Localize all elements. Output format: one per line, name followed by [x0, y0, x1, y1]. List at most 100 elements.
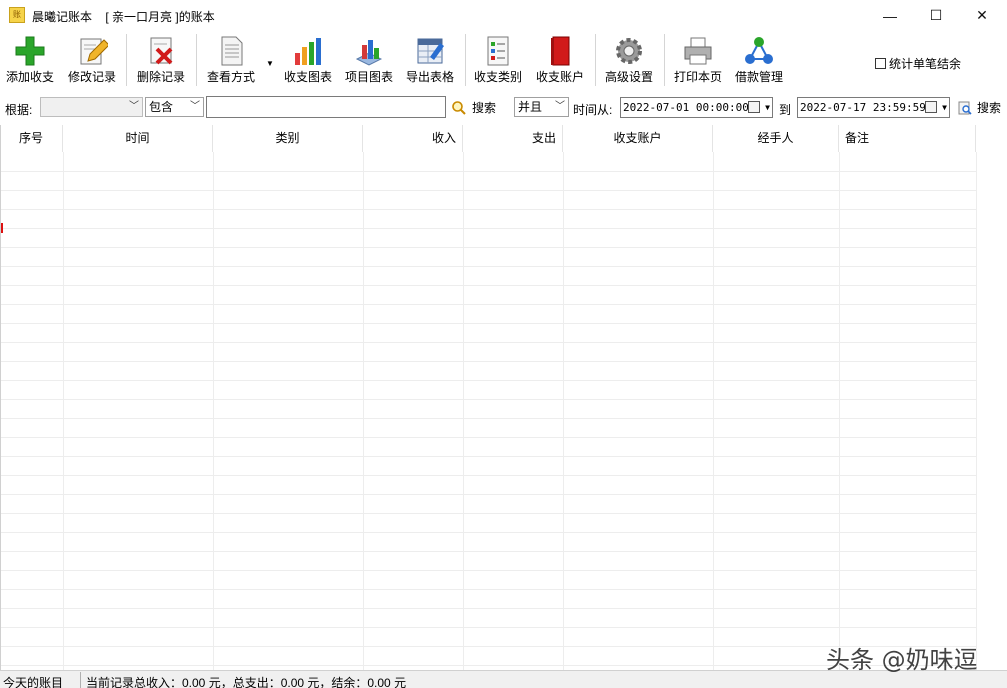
match-mode-select[interactable]: 包含 ﹀ [145, 97, 204, 117]
delete-record-button[interactable]: 删除记录 [137, 35, 185, 87]
grid-row-line [1, 532, 976, 533]
time-to-picker[interactable]: 2022-07-17 23:59:59 ▼ [797, 97, 950, 118]
column-header-index[interactable]: 序号 [1, 125, 63, 152]
delete-icon [145, 35, 177, 67]
grid-row-line [1, 323, 976, 324]
toolbar-divider [196, 34, 197, 86]
document-search-icon [958, 101, 972, 115]
edit-record-label: 修改记录 [68, 70, 117, 84]
grid-column-line [63, 152, 64, 670]
column-header-notes[interactable]: 备注 [839, 125, 976, 152]
bar-chart-icon [292, 35, 324, 67]
grid-row-line [1, 361, 976, 362]
grid-row-line [1, 342, 976, 343]
grid-row-line [1, 304, 976, 305]
chevron-down-icon: ▼ [765, 103, 770, 112]
side-marker [1, 223, 3, 233]
grid-row-line [1, 627, 976, 628]
view-mode-button[interactable]: 查看方式 [207, 35, 255, 87]
column-header-handler[interactable]: 经手人 [713, 125, 839, 152]
loan-management-label: 借款管理 [735, 70, 784, 84]
search-button[interactable]: 搜索 [452, 99, 496, 116]
account-label: 收支账户 [536, 70, 585, 84]
app-logo-icon: 账 [9, 7, 25, 23]
grid-row-line [1, 399, 976, 400]
3d-chart-icon [353, 35, 385, 67]
grid-row-line [1, 266, 976, 267]
add-record-label: 添加收支 [6, 70, 55, 84]
time-from-picker[interactable]: 2022-07-01 00:00:00 ▼ [620, 97, 773, 118]
records-table[interactable]: 序号 时间 类别 收入 支出 收支账户 经手人 备注 [0, 125, 1007, 670]
window-title: 晨曦记账本 [ 亲一口月亮 ]的账本 [32, 10, 215, 24]
checklist-icon [482, 35, 514, 67]
date-search-button[interactable]: 搜索 [958, 99, 1001, 116]
minimize-button[interactable]: — [867, 0, 913, 31]
loan-management-button[interactable]: 借款管理 [735, 35, 783, 87]
view-mode-dropdown-icon[interactable]: ▼ [266, 59, 274, 68]
grid-row-line [1, 418, 976, 419]
toolbar-divider [465, 34, 466, 86]
grid-row-line [1, 190, 976, 191]
advanced-settings-label: 高级设置 [605, 70, 654, 84]
search-bar: 根据: ﹀ 包含 ﹀ 搜索 并且 ﹀ 时间从: 2022-07-01 00:00… [0, 95, 1007, 121]
logic-select[interactable]: 并且 ﹀ [514, 97, 569, 117]
column-header-account[interactable]: 收支账户 [563, 125, 713, 152]
grid-row-line [1, 589, 976, 590]
add-record-button[interactable]: 添加收支 [6, 35, 54, 87]
time-from-label: 时间从: [573, 103, 613, 117]
account-button[interactable]: 收支账户 [536, 35, 584, 87]
print-page-label: 打印本页 [674, 70, 723, 84]
column-header-expense[interactable]: 支出 [463, 125, 563, 152]
grid-row-line [1, 494, 976, 495]
export-sheet-label: 导出表格 [406, 70, 455, 84]
calendar-icon [748, 101, 760, 113]
grid-row-line [1, 437, 976, 438]
category-label: 收支类别 [474, 70, 523, 84]
app-window: 账 晨曦记账本 [ 亲一口月亮 ]的账本 — ☐ ✕ 添加收支 修改记录 删除记… [0, 0, 1007, 688]
income-chart-button[interactable]: 收支图表 [284, 35, 332, 87]
stat-single-checkbox[interactable]: 统计单笔结余 [875, 55, 961, 72]
print-page-button[interactable]: 打印本页 [674, 35, 722, 87]
grid-column-line [213, 152, 214, 670]
column-header-income[interactable]: 收入 [363, 125, 463, 152]
add-icon [14, 35, 46, 67]
keyword-input[interactable] [206, 96, 446, 118]
gear-icon [613, 35, 645, 67]
basis-label: 根据: [5, 103, 33, 117]
edit-record-button[interactable]: 修改记录 [68, 35, 116, 87]
export-sheet-button[interactable]: 导出表格 [406, 35, 454, 87]
chevron-down-icon: ﹀ [190, 101, 200, 112]
column-header-category[interactable]: 类别 [213, 125, 363, 152]
chevron-down-icon: ▼ [942, 103, 947, 112]
maximize-button[interactable]: ☐ [913, 0, 959, 31]
basis-select[interactable]: ﹀ [40, 97, 143, 117]
project-chart-button[interactable]: 项目图表 [345, 35, 393, 87]
search-icon [452, 100, 466, 115]
grid-column-line [976, 152, 977, 670]
printer-icon [682, 35, 714, 67]
book-icon [544, 35, 576, 67]
grid-column-line [463, 152, 464, 670]
view-mode-label: 查看方式 [207, 70, 256, 84]
grid-row-line [1, 551, 976, 552]
watermark-text: 头条 @奶味逗 [826, 646, 978, 674]
toolbar: 添加收支 修改记录 删除记录 查看方式 ▼ 收支图表 项目图表 导出表格 收支类… [0, 31, 1007, 89]
advanced-settings-button[interactable]: 高级设置 [605, 35, 653, 87]
category-button[interactable]: 收支类别 [474, 35, 522, 87]
title-bar: 账 晨曦记账本 [ 亲一口月亮 ]的账本 — ☐ ✕ [0, 0, 1007, 31]
toolbar-divider [126, 34, 127, 86]
today-records-link[interactable]: 今天的账目 [3, 674, 63, 688]
to-label: 到 [779, 103, 792, 117]
summary-text: 当前记录总收入：0.00 元，总支出：0.00 元，结余：0.00 元 [86, 676, 407, 688]
project-chart-label: 项目图表 [345, 70, 394, 84]
grid-row-line [1, 475, 976, 476]
grid-row-line [1, 209, 976, 210]
column-header-time[interactable]: 时间 [63, 125, 213, 152]
close-button[interactable]: ✕ [959, 0, 1005, 31]
date-search-label: 搜索 [977, 101, 1002, 115]
checkbox-box[interactable] [875, 58, 886, 69]
grid-row-line [1, 513, 976, 514]
document-icon [215, 35, 247, 67]
grid-row-line [1, 380, 976, 381]
calendar-icon [925, 101, 937, 113]
